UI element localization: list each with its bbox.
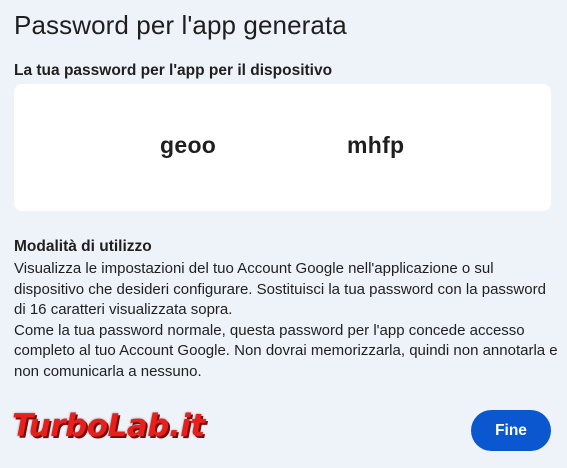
usage-instructions: Visualizza le impostazioni del tuo Accou… bbox=[14, 259, 559, 382]
password-group-2: mhfp bbox=[347, 132, 405, 158]
done-button[interactable]: Fine bbox=[471, 410, 551, 451]
usage-paragraph-2: Come la tua password normale, questa pas… bbox=[14, 321, 558, 380]
dialog-title: Password per l'app generata bbox=[14, 10, 347, 40]
usage-paragraph-1: Visualizza le impostazioni del tuo Accou… bbox=[14, 260, 546, 318]
password-display-box[interactable]: geoo mhfp bbox=[14, 84, 551, 211]
turbolab-watermark-logo: TurboLab.it bbox=[12, 408, 205, 444]
password-group-1: geoo bbox=[160, 132, 217, 158]
app-password-dialog: Password per l'app generata La tua passw… bbox=[0, 0, 567, 468]
usage-title: Modalità di utilizzo bbox=[14, 238, 152, 255]
password-label: La tua password per l'app per il disposi… bbox=[14, 62, 333, 79]
